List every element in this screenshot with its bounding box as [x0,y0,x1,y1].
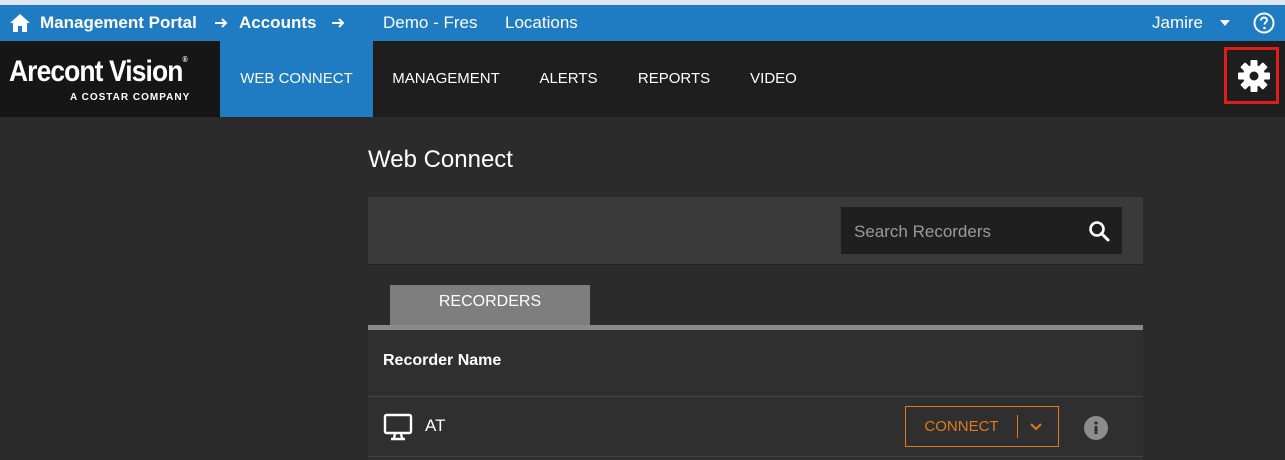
logo-wordmark: Arecont Vision [9,55,183,88]
monitor-icon [383,413,413,441]
info-icon[interactable] [1083,415,1109,441]
main-navbar: Arecont Vision® A COSTAR COMPANY WEB CON… [0,41,1285,117]
help-icon[interactable] [1253,12,1275,34]
breadcrumb-management-portal[interactable]: Management Portal [40,5,197,41]
divider [368,456,1143,457]
settings-button[interactable] [1224,47,1279,104]
recorders-table: Recorder Name AT CONNECT [368,330,1143,460]
nav-web-connect[interactable]: WEB CONNECT [220,41,373,117]
search-panel [368,197,1143,265]
nav-reports[interactable]: REPORTS [618,41,730,117]
home-icon[interactable] [9,13,31,33]
search-icon[interactable] [1088,220,1110,242]
search-input[interactable] [841,207,1096,256]
search-box [841,207,1122,256]
user-menu[interactable]: Jamire [1152,5,1203,41]
arrow-right-icon [215,18,228,28]
logo[interactable]: Arecont Vision® A COSTAR COMPANY [0,41,220,117]
button-separator [1017,415,1018,438]
nav-video[interactable]: VIDEO [730,41,817,117]
chevron-down-icon[interactable] [1028,419,1044,435]
recorder-name: AT [425,416,446,435]
nav-management[interactable]: MANAGEMENT [373,41,519,117]
column-header-recorder-name: Recorder Name [383,352,502,369]
breadcrumb-account-name[interactable]: Demo - Fres [383,5,477,41]
breadcrumb-bar: Management Portal Accounts Demo - Fres L… [0,5,1285,41]
breadcrumb-accounts[interactable]: Accounts [239,5,316,41]
connect-button[interactable]: CONNECT [906,407,1017,446]
page-title: Web Connect [368,146,513,173]
logo-tagline: A COSTAR COMPANY [70,92,191,103]
connect-button-group: CONNECT [905,406,1059,447]
arrow-right-icon [332,18,345,28]
table-row: AT CONNECT [368,397,1143,457]
tab-recorders[interactable]: RECORDERS [390,285,590,325]
breadcrumb-locations[interactable]: Locations [505,5,578,41]
caret-down-icon[interactable] [1220,20,1230,26]
nav-alerts[interactable]: ALERTS [519,41,618,117]
gear-icon [1238,60,1270,92]
